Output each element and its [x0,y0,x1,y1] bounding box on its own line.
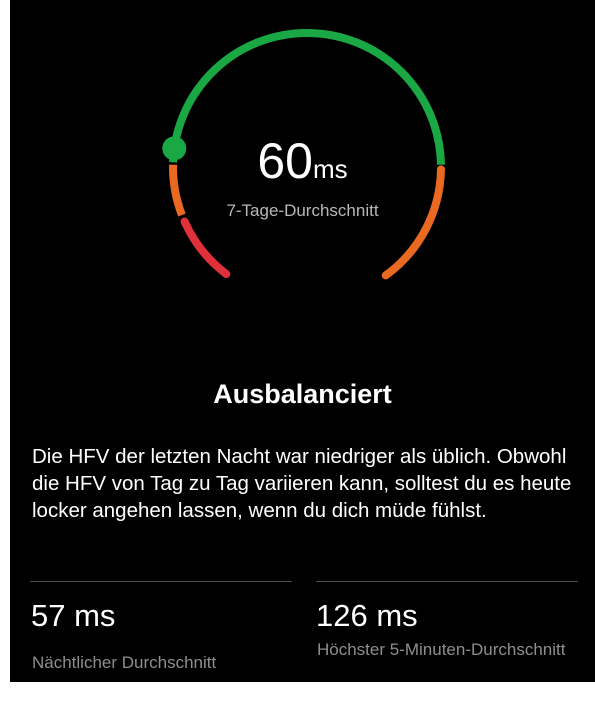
divider-left [30,581,292,582]
gauge-caption: 7-Tage-Durchschnitt [226,201,379,220]
status-description: Die HFV der letzten Nacht war niedriger … [32,445,572,522]
gauge-value: 60ms [10,136,595,186]
metric-value: 57 ms [31,598,116,633]
metric-label: Höchster 5-Minuten-Durchschnitt [317,640,566,659]
metric-value: 126 ms [316,598,418,633]
metric-label: Nächtlicher Durchschnitt [32,653,217,672]
divider-right [316,581,578,582]
gauge-value-number: 60 [257,133,313,189]
hrv-screen: 60ms 7-Tage-Durchschnitt Ausbalanciert D… [10,0,595,682]
status-title: Ausbalanciert [213,379,392,409]
gauge-arc-low [180,217,231,279]
gauge-value-unit: ms [312,154,348,184]
